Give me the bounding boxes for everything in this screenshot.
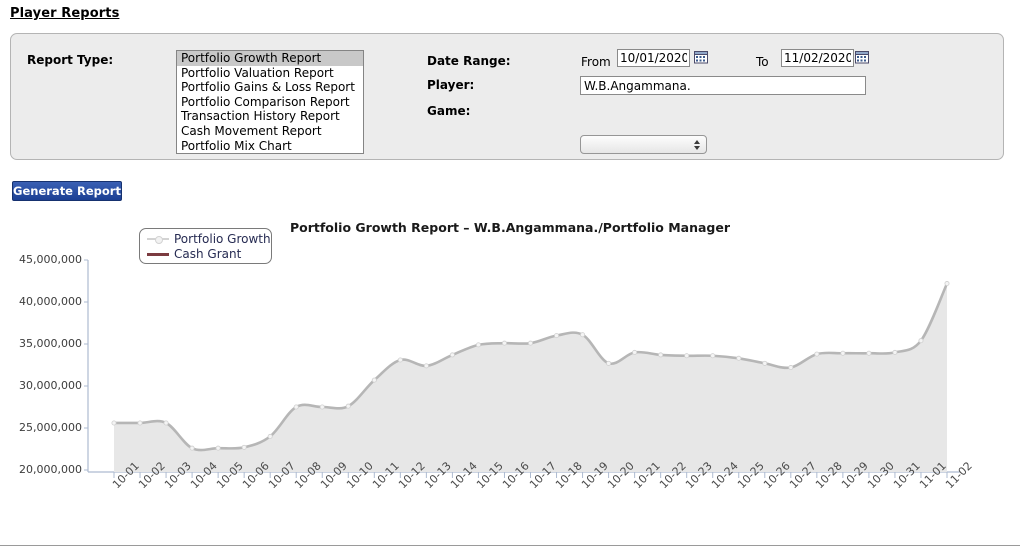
chart-legend: Portfolio Growth Cash Grant [139, 228, 272, 264]
y-axis-tick-label: 20,000,000 [19, 463, 82, 476]
legend-swatch-icon [147, 249, 169, 259]
y-axis-tick-label: 40,000,000 [19, 295, 82, 308]
legend-swatch-icon [147, 234, 169, 244]
player-input[interactable] [580, 76, 866, 95]
report-type-option-4[interactable]: Transaction History Report [177, 109, 363, 124]
date-to-input[interactable] [781, 49, 854, 67]
footer-divider [0, 545, 1020, 546]
legend-entry-cash-grant: Cash Grant [147, 247, 241, 261]
report-type-option-2[interactable]: Portfolio Gains & Loss Report [177, 80, 363, 95]
report-type-option-5[interactable]: Cash Movement Report [177, 124, 363, 139]
report-type-label: Report Type: [27, 53, 114, 67]
y-axis-tick-label: 35,000,000 [19, 337, 82, 350]
generate-report-button[interactable]: Generate Report [12, 181, 122, 201]
game-select[interactable] [580, 135, 707, 154]
calendar-icon[interactable] [694, 50, 708, 64]
legend-label: Cash Grant [174, 247, 242, 261]
player-label: Player: [427, 78, 475, 92]
date-range-label: Date Range: [427, 54, 511, 68]
report-type-option-6[interactable]: Portfolio Mix Chart [177, 139, 363, 153]
report-type-option-3[interactable]: Portfolio Comparison Report [177, 95, 363, 110]
report-type-option-0[interactable]: Portfolio Growth Report [177, 51, 363, 66]
stepper-updown-icon[interactable] [692, 138, 702, 152]
y-axis-tick-label: 45,000,000 [19, 253, 82, 266]
chevron-down-icon [694, 146, 700, 150]
date-from-label: From [581, 55, 611, 69]
chevron-up-icon [694, 140, 700, 144]
report-type-listbox[interactable]: Portfolio Growth Report Portfolio Valuat… [176, 50, 364, 154]
page-title: Player Reports [10, 6, 120, 21]
date-from-input[interactable] [617, 49, 690, 67]
game-label: Game: [427, 104, 471, 118]
report-type-option-1[interactable]: Portfolio Valuation Report [177, 66, 363, 81]
legend-entry-portfolio-growth: Portfolio Growth [147, 232, 271, 246]
date-to-label: To [756, 55, 769, 69]
report-filter-panel: Report Type: Portfolio Growth Report Por… [10, 33, 1004, 160]
y-axis-tick-label: 25,000,000 [19, 421, 82, 434]
calendar-icon[interactable] [855, 50, 869, 64]
legend-label: Portfolio Growth [174, 232, 271, 246]
y-axis-tick-label: 30,000,000 [19, 379, 82, 392]
